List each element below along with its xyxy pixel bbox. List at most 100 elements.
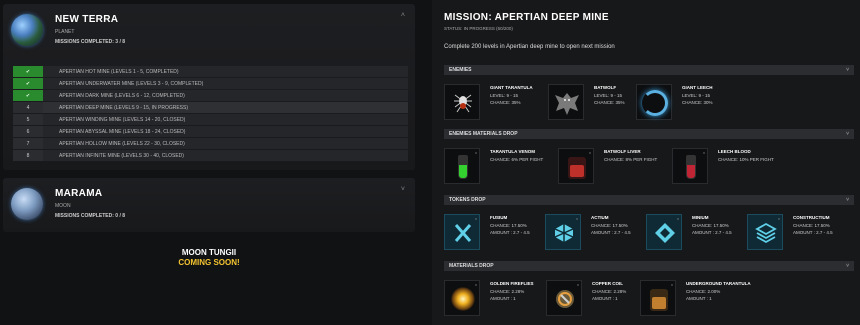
- enemy-chance: CHANCE: 35%: [490, 100, 521, 105]
- coming-title: MOON TUNGII: [181, 248, 237, 257]
- mine-label: APERTIAN HOT MINE (LEVELS 1 - 5, COMPLET…: [59, 68, 179, 75]
- mine-number: 8: [13, 150, 43, 161]
- mission-description: Complete 200 levels in Apertian deep min…: [444, 44, 615, 50]
- token-chance: CHANCE: 17.50%: [793, 222, 830, 228]
- mine-row-current[interactable]: 4 APERTIAN DEEP MINE (LEVELS 9 - 15, IN P…: [13, 102, 408, 113]
- collapse-caret-icon[interactable]: ˅: [401, 186, 405, 193]
- drop-name: TARANTULA VENOM: [490, 149, 535, 154]
- chevron-down-icon: ˅: [846, 131, 849, 137]
- planet-type: MOON: [55, 203, 71, 209]
- planet-card-new-terra[interactable]: NEW TERRA PLANET MISSIONS COMPLETED: 3 /…: [3, 4, 415, 170]
- leech-icon[interactable]: [636, 84, 672, 120]
- app-root: NEW TERRA PLANET MISSIONS COMPLETED: 3 /…: [0, 0, 860, 325]
- chevron-down-icon: ˅: [846, 263, 849, 269]
- mine-list: ✔ APERTIAN HOT MINE (LEVELS 1 - 5, COMPLE…: [13, 66, 408, 162]
- moon-image: [11, 188, 43, 220]
- mission-panel: MISSION: APERTIAN DEEP MINE STATUS: IN P…: [432, 0, 860, 325]
- check-icon: ✔: [13, 78, 43, 89]
- enemy-level: LEVEL: 9 - 15: [594, 92, 623, 98]
- mine-row[interactable]: 6 APERTIAN ABYSSAL MINE (LEVELS 18 - 24, …: [13, 126, 408, 137]
- token-amount: AMOUNT : 2.7 - 4.5: [692, 230, 732, 235]
- check-icon: ✔: [13, 90, 43, 101]
- drop-info: TARANTULA VENOM CHANCE: 6% PER FIGHT: [490, 148, 543, 163]
- drop-name: LEECH BLOOD: [718, 149, 751, 154]
- mission-status: STATUS: IN PROGRESS (60/200): [444, 26, 513, 31]
- enemy-chance: CHANCE: 35%: [594, 100, 625, 105]
- mine-row[interactable]: ✔ APERTIAN UNDERWATER MINE (LEVELS 3 - 9,…: [13, 78, 408, 89]
- liver-jar-icon[interactable]: x: [558, 148, 594, 184]
- constructium-icon[interactable]: x: [747, 214, 783, 250]
- copper-coil-icon[interactable]: x: [546, 280, 582, 316]
- material-amount: AMOUNT : 1: [490, 296, 516, 301]
- mine-label: APERTIAN DEEP MINE (LEVELS 9 - 15, IN PR…: [59, 104, 189, 111]
- mine-row[interactable]: ✔ APERTIAN DARK MINE (LEVELS 6 - 12, COMP…: [13, 90, 408, 101]
- mine-number: 4: [13, 102, 43, 113]
- section-title: MATERIALS DROP: [449, 263, 494, 269]
- blood-vial-icon[interactable]: x: [672, 148, 708, 184]
- token-info: MINIUM CHANCE: 17.50% AMOUNT : 2.7 - 4.5: [692, 214, 732, 237]
- fireflies-icon[interactable]: x: [444, 280, 480, 316]
- enemy-name: GIANT LEECH: [682, 85, 713, 90]
- material-name: UNDERGROUND TARANTULA: [686, 281, 751, 286]
- drop-chance: CHANCE: 8% PER FIGHT: [604, 156, 658, 162]
- material-name: COPPER COIL: [592, 281, 624, 286]
- mission-title: MISSION: APERTIAN DEEP MINE: [444, 12, 609, 23]
- spider-icon[interactable]: [444, 84, 480, 120]
- section-header[interactable]: ENEMIES MATERIALS DROP ˅: [444, 129, 854, 139]
- mine-row[interactable]: ✔ APERTIAN HOT MINE (LEVELS 1 - 5, COMPLE…: [13, 66, 408, 77]
- planet-card-marama[interactable]: MARAMA MOON MISSIONS COMPLETED: 0 / 8 ˅: [3, 178, 415, 232]
- planet-type: PLANET: [55, 29, 75, 35]
- mine-row[interactable]: 8 APERTIAN INFINITE MINE (LEVELS 30 - 40,…: [13, 150, 408, 161]
- section-title: ENEMIES: [449, 67, 472, 73]
- enemy-drops-section: ENEMIES MATERIALS DROP ˅: [444, 129, 854, 139]
- planets-panel: NEW TERRA PLANET MISSIONS COMPLETED: 3 /…: [0, 0, 418, 325]
- token-info: ACTIUM CHANCE: 17.50% AMOUNT : 2.7 - 4.5: [591, 214, 631, 237]
- actium-icon[interactable]: x: [545, 214, 581, 250]
- enemy-name: BATWOLF: [594, 85, 617, 90]
- missions-completed: MISSIONS COMPLETED: 3 / 8: [55, 39, 126, 45]
- enemy-level: LEVEL: 9 - 15: [490, 92, 519, 98]
- planet-name: NEW TERRA: [55, 14, 119, 25]
- mine-number: 5: [13, 114, 43, 125]
- missions-completed: MISSIONS COMPLETED: 0 / 8: [55, 213, 126, 219]
- mine-number: 7: [13, 138, 43, 149]
- token-chance: CHANCE: 17.50%: [591, 222, 628, 228]
- mine-label: APERTIAN ABYSSAL MINE (LEVELS 18 - 24, C…: [59, 128, 186, 135]
- check-icon: ✔: [13, 66, 43, 77]
- token-name: FUSIUM: [490, 215, 508, 220]
- minium-icon[interactable]: x: [646, 214, 682, 250]
- batwolf-icon[interactable]: [548, 84, 584, 120]
- chevron-down-icon: ˅: [846, 67, 849, 73]
- enemy-name: GIANT TARANTULA: [490, 85, 533, 90]
- mine-label: APERTIAN DARK MINE (LEVELS 6 - 12, COMPL…: [59, 92, 185, 99]
- tarantula-jar-icon[interactable]: x: [640, 280, 676, 316]
- material-info: GOLDEN FIREFLIES CHANCE: 2.28% AMOUNT : 1: [490, 280, 534, 303]
- mine-row[interactable]: 5 APERTIAN WINDING MINE (LEVELS 14 - 20, …: [13, 114, 408, 125]
- token-chance: CHANCE: 17.50%: [490, 222, 527, 228]
- section-header[interactable]: ENEMIES ˅: [444, 65, 854, 75]
- venom-vial-icon[interactable]: x: [444, 148, 480, 184]
- token-amount: AMOUNT : 2.7 - 4.5: [490, 230, 530, 235]
- planet-image: [11, 14, 43, 46]
- drop-chance: CHANCE: 6% PER FIGHT: [490, 156, 544, 162]
- coming-subtitle: COMING SOON!: [178, 258, 240, 267]
- mine-row[interactable]: 7 APERTIAN HOLLOW MINE (LEVELS 22 - 30, C…: [13, 138, 408, 149]
- material-amount: AMOUNT : 1: [686, 296, 712, 301]
- token-name: MINIUM: [692, 215, 709, 220]
- collapse-caret-icon[interactable]: ˄: [401, 12, 405, 19]
- section-title: ENEMIES MATERIALS DROP: [449, 131, 518, 137]
- token-chance: CHANCE: 17.50%: [692, 222, 729, 228]
- section-header[interactable]: TOKENS DROP ˅: [444, 195, 854, 205]
- drop-info: LEECH BLOOD CHANCE: 10% PER FIGHT: [718, 148, 774, 163]
- material-chance: CHANCE: 2.28%: [592, 288, 627, 294]
- token-name: CONSTRUCTIUM: [793, 215, 830, 220]
- coming-soon-banner: MOON TUNGII COMING SOON!: [0, 248, 418, 267]
- drop-name: BATWOLF LIVER: [604, 149, 641, 154]
- token-name: ACTIUM: [591, 215, 609, 220]
- section-header[interactable]: MATERIALS DROP ˅: [444, 261, 854, 271]
- section-title: TOKENS DROP: [449, 197, 486, 203]
- material-chance: CHANCE: 2.28%: [490, 288, 525, 294]
- fusium-icon[interactable]: x: [444, 214, 480, 250]
- enemy-info: GIANT TARANTULA LEVEL: 9 - 15 CHANCE: 35%: [490, 84, 533, 107]
- token-info: FUSIUM CHANCE: 17.50% AMOUNT : 2.7 - 4.5: [490, 214, 530, 237]
